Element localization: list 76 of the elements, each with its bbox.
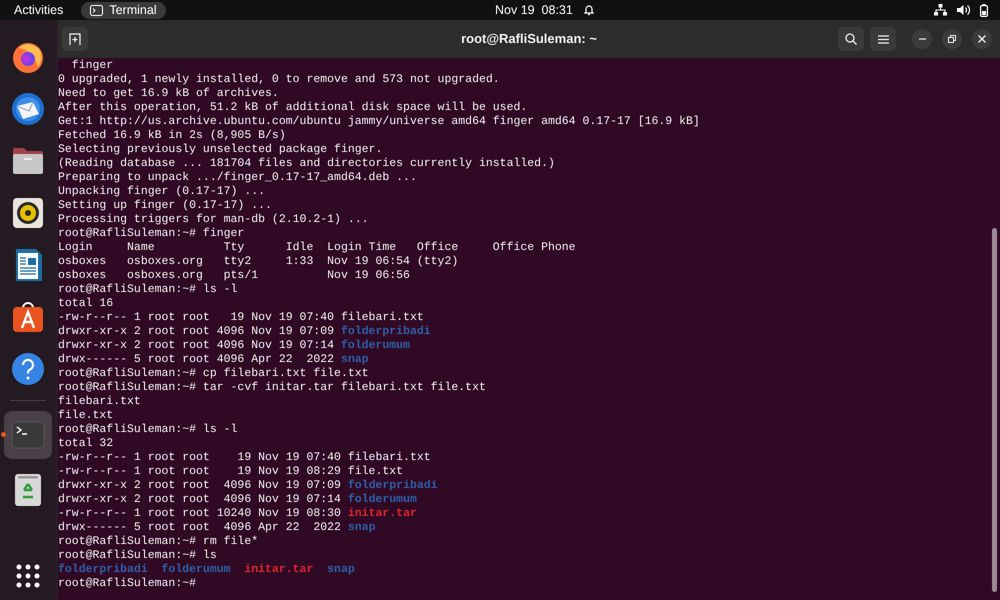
terminal-text: root@RafliSuleman:~# ls -l: [58, 283, 238, 296]
terminal-text: -rw-r--r-- 1 root root 19 Nov 19 08:29 file.txt: [58, 465, 404, 478]
terminal-text: After this operation, 51.2 kB of additional disk space will be used.: [58, 101, 528, 114]
terminal-text: root@RafliSuleman:~#: [58, 577, 198, 590]
terminal-icon: [90, 4, 104, 16]
search-button[interactable]: [838, 27, 864, 51]
directory-name: snap: [327, 563, 355, 576]
terminal-text: Setting up finger (0.17-17) ...: [58, 199, 272, 212]
terminal-text: Processing triggers for man-db (2.10.2-1) ...: [58, 213, 369, 226]
terminal-text: Preparing to unpack .../finger_0.17-17_amd64.deb ...: [58, 171, 417, 184]
new-tab-button[interactable]: [62, 27, 88, 51]
terminal-text: osboxes osboxes.org pts/1 Nov 19 06:56: [58, 269, 410, 282]
directory-name: folderumum: [348, 493, 417, 506]
terminal-text: drwxr-xr-x 2 root root 4096 Nov 19 07:09: [58, 479, 342, 492]
terminal-text: Get:1 http://us.archive.ubuntu.com/ubuntu jammy/universe amd64 finger amd64 0.17-17 [16.9 kB]: [58, 115, 700, 128]
archive-name: initar.tar: [244, 563, 314, 576]
terminal-text: drwxr-xr-x 2 root root 4096 Nov 19 07:14: [58, 339, 336, 352]
restore-button[interactable]: [942, 29, 962, 49]
terminal-text: total 32: [58, 437, 114, 450]
menu-icon: [878, 34, 888, 44]
terminal-text: 0 upgraded, 1 newly installed, 0 to remove and 573 not upgraded.: [58, 73, 500, 86]
close-button[interactable]: [972, 29, 992, 49]
battery-icon[interactable]: [980, 4, 988, 16]
activities-button[interactable]: Activities: [14, 0, 64, 20]
help-icon: [10, 352, 44, 386]
alarm-icon[interactable]: [582, 4, 595, 16]
shopping-bag-icon: [10, 300, 44, 334]
running-indicator: [0, 432, 6, 437]
search-icon: [845, 33, 857, 45]
directory-name: snap: [340, 353, 369, 366]
terminal-text: Selecting previously unselected package finger.: [58, 143, 382, 156]
terminal-text: file.txt: [58, 409, 114, 422]
show-apps-icon[interactable]: [16, 564, 40, 588]
directory-name: folderumum: [340, 339, 410, 352]
minimize-icon: [918, 38, 926, 40]
restore-icon: [948, 35, 956, 43]
clock[interactable]: Nov 19 08:31: [495, 0, 573, 20]
directory-name: folderpribadi: [340, 325, 431, 338]
terminal-text: drwx------ 5 root root 4096 Apr 22 2022: [58, 353, 336, 366]
firefox-icon: [10, 40, 44, 74]
terminal-text: osboxes osboxes.org tty2 1:33 Nov 19 06:54 (tty2): [58, 255, 458, 268]
terminal-text: root@RafliSuleman:~# cp filebari.txt file.txt: [58, 367, 369, 380]
volume-icon[interactable]: [957, 4, 970, 16]
terminal-text: root@RafliSuleman:~# finger: [58, 227, 244, 240]
window-title: root@RafliSuleman: ~: [460, 30, 598, 48]
terminal-text: Fetched 16.9 kB in 2s (8,905 B/s): [58, 129, 286, 142]
terminal-text: drwx------ 5 root root 4096 Apr 22 2022: [58, 521, 342, 534]
directory-name: folderumum: [162, 563, 231, 576]
speaker-icon: [10, 196, 44, 230]
terminal-text: root@RafliSuleman:~# ls: [58, 549, 217, 562]
new-tab-icon: [69, 33, 81, 45]
terminal-text: filebari.txt: [58, 395, 141, 408]
terminal-text: -rw-r--r-- 1 root root 10240 Nov 19 08:30: [58, 507, 342, 520]
menu-button[interactable]: [870, 27, 896, 51]
terminal-text: finger: [70, 59, 114, 72]
terminal-text: (Reading database ... 181704 files and directories currently installed.): [58, 157, 555, 170]
terminal-text: drwxr-xr-x 2 root root 4096 Nov 19 07:09: [58, 325, 336, 338]
directory-name: folderpribadi: [348, 479, 438, 492]
terminal-text: root@RafliSuleman:~# ls -l: [58, 423, 238, 436]
terminal-text: Unpacking finger (0.17-17) ...: [58, 185, 266, 198]
terminal-text: root@RafliSuleman:~# tar -cvf initar.tar filebari.txt file.txt: [58, 381, 486, 394]
close-icon: [978, 35, 986, 43]
terminal-text: total 16: [58, 297, 114, 310]
terminal-text: Need to get 16.9 kB of archives.: [58, 87, 279, 100]
terminal-text: -rw-r--r-- 1 root root 19 Nov 19 07:40 filebari.txt: [58, 311, 424, 324]
terminal-text: root@RafliSuleman:~# rm file*: [58, 535, 258, 548]
directory-name: snap: [348, 521, 376, 534]
archive-name: initar.tar: [348, 507, 417, 520]
terminal-text: drwxr-xr-x 2 root root 4096 Nov 19 07:14: [58, 493, 342, 506]
terminal-text: Login Name Tty Idle Login Time Office Office Phone: [58, 241, 576, 254]
scrollbar-thumb[interactable]: [992, 228, 997, 592]
mail-icon: [10, 92, 44, 126]
terminal-text: -rw-r--r-- 1 root root 19 Nov 19 07:40 filebari.txt: [58, 451, 431, 464]
terminal-app-menu[interactable]: Terminal: [81, 2, 166, 18]
directory-name: folderpribadi: [58, 563, 148, 576]
network-icon[interactable]: [934, 4, 947, 16]
